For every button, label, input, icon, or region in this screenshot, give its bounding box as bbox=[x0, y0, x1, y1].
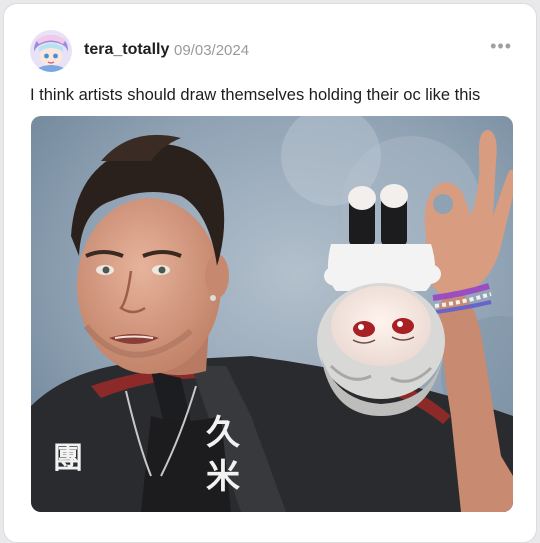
shirt-kanji-right-top: 久 bbox=[206, 413, 240, 453]
post-username[interactable]: tera_totally bbox=[84, 41, 169, 59]
post-caption: I think artists should draw themselves h… bbox=[30, 86, 481, 104]
user-avatar[interactable] bbox=[30, 30, 72, 72]
more-horizontal-icon[interactable]: ••• bbox=[490, 36, 512, 56]
post-photo[interactable]: 團 久 米 bbox=[31, 116, 513, 512]
shirt-kanji-left: 團 bbox=[53, 441, 83, 476]
post-header: tera_totally 09/03/2024 ••• bbox=[30, 30, 512, 72]
post-card: tera_totally 09/03/2024 ••• I think arti… bbox=[3, 3, 537, 543]
post-date: 09/03/2024 bbox=[174, 42, 250, 59]
shirt-kanji-right-bottom: 米 bbox=[206, 457, 240, 497]
person-face bbox=[77, 198, 221, 374]
